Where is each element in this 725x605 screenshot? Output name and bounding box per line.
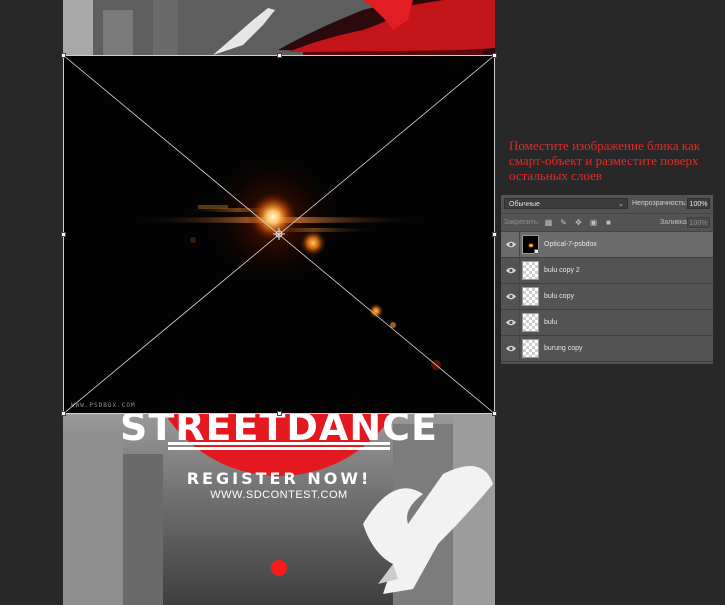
layer-row[interactable]: bulu — [501, 310, 713, 336]
transform-handle-bottom-right[interactable] — [492, 411, 497, 416]
layer-thumbnail[interactable] — [522, 313, 539, 332]
instruction-note: Поместите изображение блика как смарт-об… — [509, 138, 701, 183]
divider — [519, 258, 520, 283]
poster-red-dot — [271, 560, 287, 576]
lock-artboard-icon[interactable]: ▣ — [589, 218, 598, 227]
transform-handle-top[interactable] — [277, 53, 282, 58]
eye-icon[interactable] — [506, 318, 516, 327]
smart-object-icon — [534, 249, 539, 254]
divider — [519, 284, 520, 309]
opacity-input[interactable]: 100% — [687, 198, 710, 209]
layer-name[interactable]: bulu — [544, 319, 557, 326]
layers-panel: Обычные ⌄ Непрозрачность: 100% Закрепить… — [501, 195, 713, 364]
lock-label: Закрепить: — [504, 219, 540, 226]
lock-row: Закрепить: ▦ ✎ ✥ ▣ ■ Заливка: 100% — [501, 214, 713, 232]
eye-icon[interactable] — [506, 292, 516, 301]
fill-input[interactable]: 100% — [687, 217, 710, 228]
lock-transparency-icon[interactable]: ▦ — [544, 218, 553, 227]
divider — [519, 232, 520, 257]
layer-row[interactable]: bulu copy 2 — [501, 258, 713, 284]
eye-icon[interactable] — [506, 240, 516, 249]
poster-top-strip — [63, 0, 495, 55]
layer-row[interactable]: burung copy — [501, 336, 713, 362]
layer-thumbnail[interactable] — [522, 235, 539, 254]
layer-thumbnail[interactable] — [522, 339, 539, 358]
layer-thumbnail[interactable] — [522, 287, 539, 306]
blend-mode-value: Обычные — [509, 201, 540, 208]
poster-bottom-strip: STREETDANCE REGISTER NOW! WWW.SDCONTEST.… — [63, 414, 495, 605]
transform-handle-bottom[interactable] — [277, 411, 282, 416]
blend-mode-select[interactable]: Обычные ⌄ — [504, 198, 628, 209]
transform-handle-top-left[interactable] — [61, 53, 66, 58]
lock-all-icon[interactable]: ■ — [604, 218, 613, 227]
transform-bounding-box[interactable] — [61, 53, 497, 416]
poster-top-artwork — [63, 0, 495, 55]
layer-name[interactable]: burung copy — [544, 345, 583, 352]
blend-row: Обычные ⌄ Непрозрачность: 100% — [501, 195, 713, 214]
eye-icon[interactable] — [506, 344, 516, 353]
layer-name[interactable]: Optical-7-psbdox — [544, 241, 597, 248]
eye-icon[interactable] — [506, 266, 516, 275]
layer-name[interactable]: bulu copy 2 — [544, 267, 580, 274]
fill-label: Заливка: — [660, 219, 689, 226]
layer-row[interactable]: Optical-7-psbdox — [501, 232, 713, 258]
transform-handle-left[interactable] — [61, 232, 66, 237]
lock-pixels-icon[interactable]: ✎ — [559, 218, 568, 227]
dove-illustration — [363, 466, 493, 594]
transform-handle-right[interactable] — [492, 232, 497, 237]
layer-name[interactable]: bulu copy — [544, 293, 574, 300]
layer-row[interactable]: bulu copy — [501, 284, 713, 310]
opacity-label: Непрозрачность: — [632, 200, 687, 207]
divider — [519, 336, 520, 361]
transform-handle-bottom-left[interactable] — [61, 411, 66, 416]
transform-handle-top-right[interactable] — [492, 53, 497, 58]
lock-position-icon[interactable]: ✥ — [574, 218, 583, 227]
reference-point-icon[interactable] — [273, 228, 285, 240]
chevron-down-icon: ⌄ — [618, 201, 624, 208]
divider — [519, 310, 520, 335]
layer-thumbnail[interactable] — [522, 261, 539, 280]
flare-thumbnail — [529, 244, 533, 247]
